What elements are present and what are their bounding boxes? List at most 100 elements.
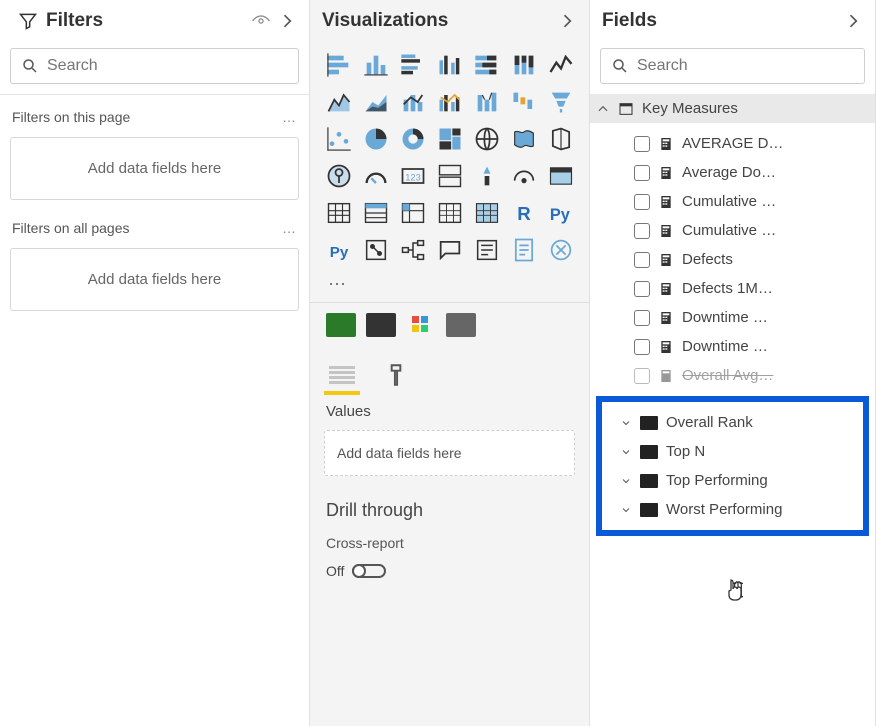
table-header[interactable]: Key Measures bbox=[590, 94, 875, 123]
filters-search[interactable] bbox=[10, 48, 299, 84]
checkbox-icon[interactable] bbox=[634, 136, 650, 152]
filled-map-icon[interactable] bbox=[509, 124, 539, 154]
custom-visual-4-icon[interactable] bbox=[446, 313, 476, 337]
slicer-icon[interactable] bbox=[509, 161, 539, 191]
cross-report-toggle[interactable]: Off bbox=[310, 557, 589, 585]
r-visual-icon[interactable] bbox=[398, 198, 428, 228]
paginated-report-icon[interactable] bbox=[509, 235, 539, 265]
checkbox-icon[interactable] bbox=[634, 368, 650, 384]
line-clustered-column-icon[interactable] bbox=[435, 87, 465, 117]
more-icon[interactable]: … bbox=[282, 220, 297, 236]
field-item[interactable]: AVERAGE D… bbox=[590, 129, 875, 158]
checkbox-icon[interactable] bbox=[634, 223, 650, 239]
card-icon[interactable]: 123 bbox=[398, 161, 428, 191]
python-visual-icon[interactable] bbox=[435, 198, 465, 228]
measure-icon bbox=[658, 165, 674, 181]
hundred-stacked-column-icon[interactable] bbox=[509, 50, 539, 80]
shape-map-icon[interactable] bbox=[546, 124, 576, 154]
filters-search-input[interactable] bbox=[47, 57, 288, 75]
chevron-right-icon[interactable] bbox=[843, 11, 863, 31]
values-dropzone[interactable]: Add data fields here bbox=[324, 430, 575, 476]
more-icon[interactable]: … bbox=[282, 109, 297, 125]
field-item[interactable]: Average Do… bbox=[590, 158, 875, 187]
folder-item[interactable]: Overall Rank bbox=[602, 408, 863, 437]
eye-icon[interactable] bbox=[251, 11, 271, 31]
area-chart-icon[interactable] bbox=[324, 87, 354, 117]
folder-icon bbox=[640, 445, 658, 459]
field-item[interactable]: Downtime … bbox=[590, 332, 875, 361]
stacked-column-chart-icon[interactable] bbox=[361, 50, 391, 80]
arcgis-icon[interactable] bbox=[546, 235, 576, 265]
chevron-right-icon[interactable] bbox=[557, 11, 577, 31]
gauge-icon[interactable] bbox=[361, 161, 391, 191]
folder-item[interactable]: Top N bbox=[602, 437, 863, 466]
field-item[interactable]: Downtime … bbox=[590, 303, 875, 332]
donut-chart-icon[interactable] bbox=[398, 124, 428, 154]
kpi-icon[interactable] bbox=[472, 161, 502, 191]
decomposition-tree-icon[interactable]: R bbox=[509, 198, 539, 228]
table-visual-icon[interactable] bbox=[361, 198, 391, 228]
pie-chart-icon[interactable] bbox=[361, 124, 391, 154]
smart-narrative-icon[interactable] bbox=[472, 235, 502, 265]
checkbox-icon[interactable] bbox=[634, 281, 650, 297]
qa-icon[interactable] bbox=[435, 235, 465, 265]
checkbox-icon[interactable] bbox=[634, 310, 650, 326]
key-influencers-icon2[interactable] bbox=[361, 235, 391, 265]
qa-visual-icon[interactable]: Py bbox=[546, 198, 576, 228]
line-stacked-column-icon[interactable] bbox=[398, 87, 428, 117]
more-visuals-icon[interactable]: ··· bbox=[310, 273, 589, 302]
clustered-bar-chart-icon[interactable] bbox=[398, 50, 428, 80]
fields-tab-icon[interactable] bbox=[326, 361, 358, 389]
folder-icon bbox=[640, 503, 658, 517]
field-item[interactable]: Defects bbox=[590, 245, 875, 274]
checkbox-icon[interactable] bbox=[634, 165, 650, 181]
stacked-area-chart-icon[interactable] bbox=[361, 87, 391, 117]
field-list: AVERAGE D… Average Do… Cumulative … Cumu… bbox=[590, 123, 875, 396]
fields-title: Fields bbox=[602, 10, 657, 32]
azure-map-icon[interactable] bbox=[324, 161, 354, 191]
fields-search-input[interactable] bbox=[637, 57, 854, 75]
chevron-down-icon bbox=[620, 504, 632, 516]
custom-visual-3-icon[interactable] bbox=[406, 313, 436, 337]
clustered-column-chart-icon[interactable] bbox=[435, 50, 465, 80]
fields-search[interactable] bbox=[600, 48, 865, 84]
custom-visual-1-icon[interactable] bbox=[326, 313, 356, 337]
format-tab-icon[interactable] bbox=[380, 361, 412, 389]
filters-page-section: Filters on this page … bbox=[0, 95, 309, 131]
map-icon[interactable] bbox=[472, 124, 502, 154]
funnel-chart-icon[interactable] bbox=[546, 87, 576, 117]
visualizations-header: Visualizations bbox=[310, 0, 589, 42]
custom-visual-2-icon[interactable] bbox=[366, 313, 396, 337]
ribbon-chart-icon[interactable] bbox=[472, 87, 502, 117]
key-influencers-icon[interactable] bbox=[472, 198, 502, 228]
folder-item[interactable]: Top Performing bbox=[602, 466, 863, 495]
field-item[interactable]: Defects 1M… bbox=[590, 274, 875, 303]
toggle-icon[interactable] bbox=[352, 564, 386, 578]
py-visual-icon[interactable]: Py bbox=[324, 235, 354, 265]
checkbox-icon[interactable] bbox=[634, 252, 650, 268]
pointer-cursor-icon bbox=[724, 578, 744, 602]
field-item[interactable]: Cumulative … bbox=[590, 187, 875, 216]
table-icon[interactable] bbox=[546, 161, 576, 191]
folder-item[interactable]: Worst Performing bbox=[602, 495, 863, 524]
line-chart-icon[interactable] bbox=[546, 50, 576, 80]
treemap-icon[interactable] bbox=[435, 124, 465, 154]
field-item[interactable]: Cumulative … bbox=[590, 216, 875, 245]
filters-page-dropzone[interactable]: Add data fields here bbox=[10, 137, 299, 200]
checkbox-icon[interactable] bbox=[634, 339, 650, 355]
measure-icon bbox=[658, 368, 674, 384]
svg-text:Py: Py bbox=[550, 206, 570, 224]
multi-row-card-icon[interactable] bbox=[435, 161, 465, 191]
matrix-icon[interactable] bbox=[324, 198, 354, 228]
stacked-bar-chart-icon[interactable] bbox=[324, 50, 354, 80]
hundred-stacked-bar-icon[interactable] bbox=[472, 50, 502, 80]
field-item[interactable]: Overall Avg… bbox=[590, 361, 875, 390]
chevron-right-icon[interactable] bbox=[277, 11, 297, 31]
checkbox-icon[interactable] bbox=[634, 194, 650, 210]
decomp-tree-icon[interactable] bbox=[398, 235, 428, 265]
filters-all-dropzone[interactable]: Add data fields here bbox=[10, 248, 299, 311]
scatter-chart-icon[interactable] bbox=[324, 124, 354, 154]
waterfall-chart-icon[interactable] bbox=[509, 87, 539, 117]
table-icon bbox=[618, 101, 634, 117]
folder-icon bbox=[640, 416, 658, 430]
